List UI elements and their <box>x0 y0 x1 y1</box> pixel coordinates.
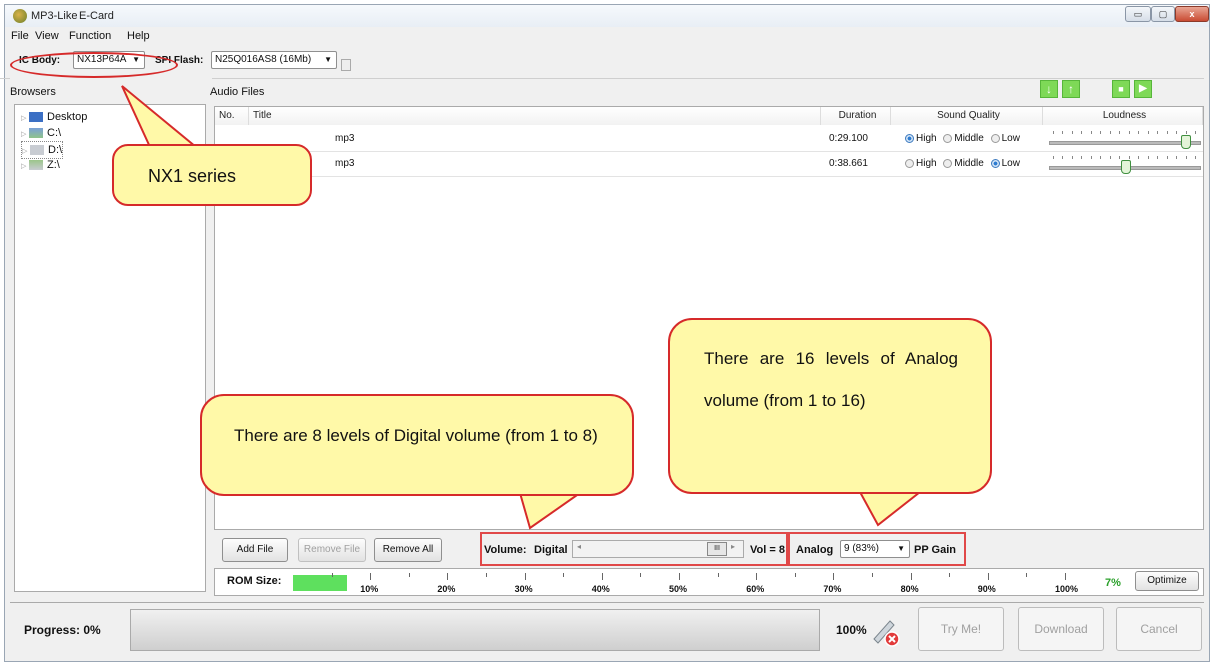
callout-tails <box>121 85 923 530</box>
callout-tail-digital <box>518 492 584 530</box>
callout-nx1: NX1 series <box>112 144 312 206</box>
callout-tail-analog <box>858 491 923 527</box>
callout-digital: There are 8 levels of Digital volume (fr… <box>200 394 634 496</box>
callout-tail-nx1 <box>121 85 199 148</box>
callout-analog: There are 16 levels of Analog volume (fr… <box>668 318 992 494</box>
